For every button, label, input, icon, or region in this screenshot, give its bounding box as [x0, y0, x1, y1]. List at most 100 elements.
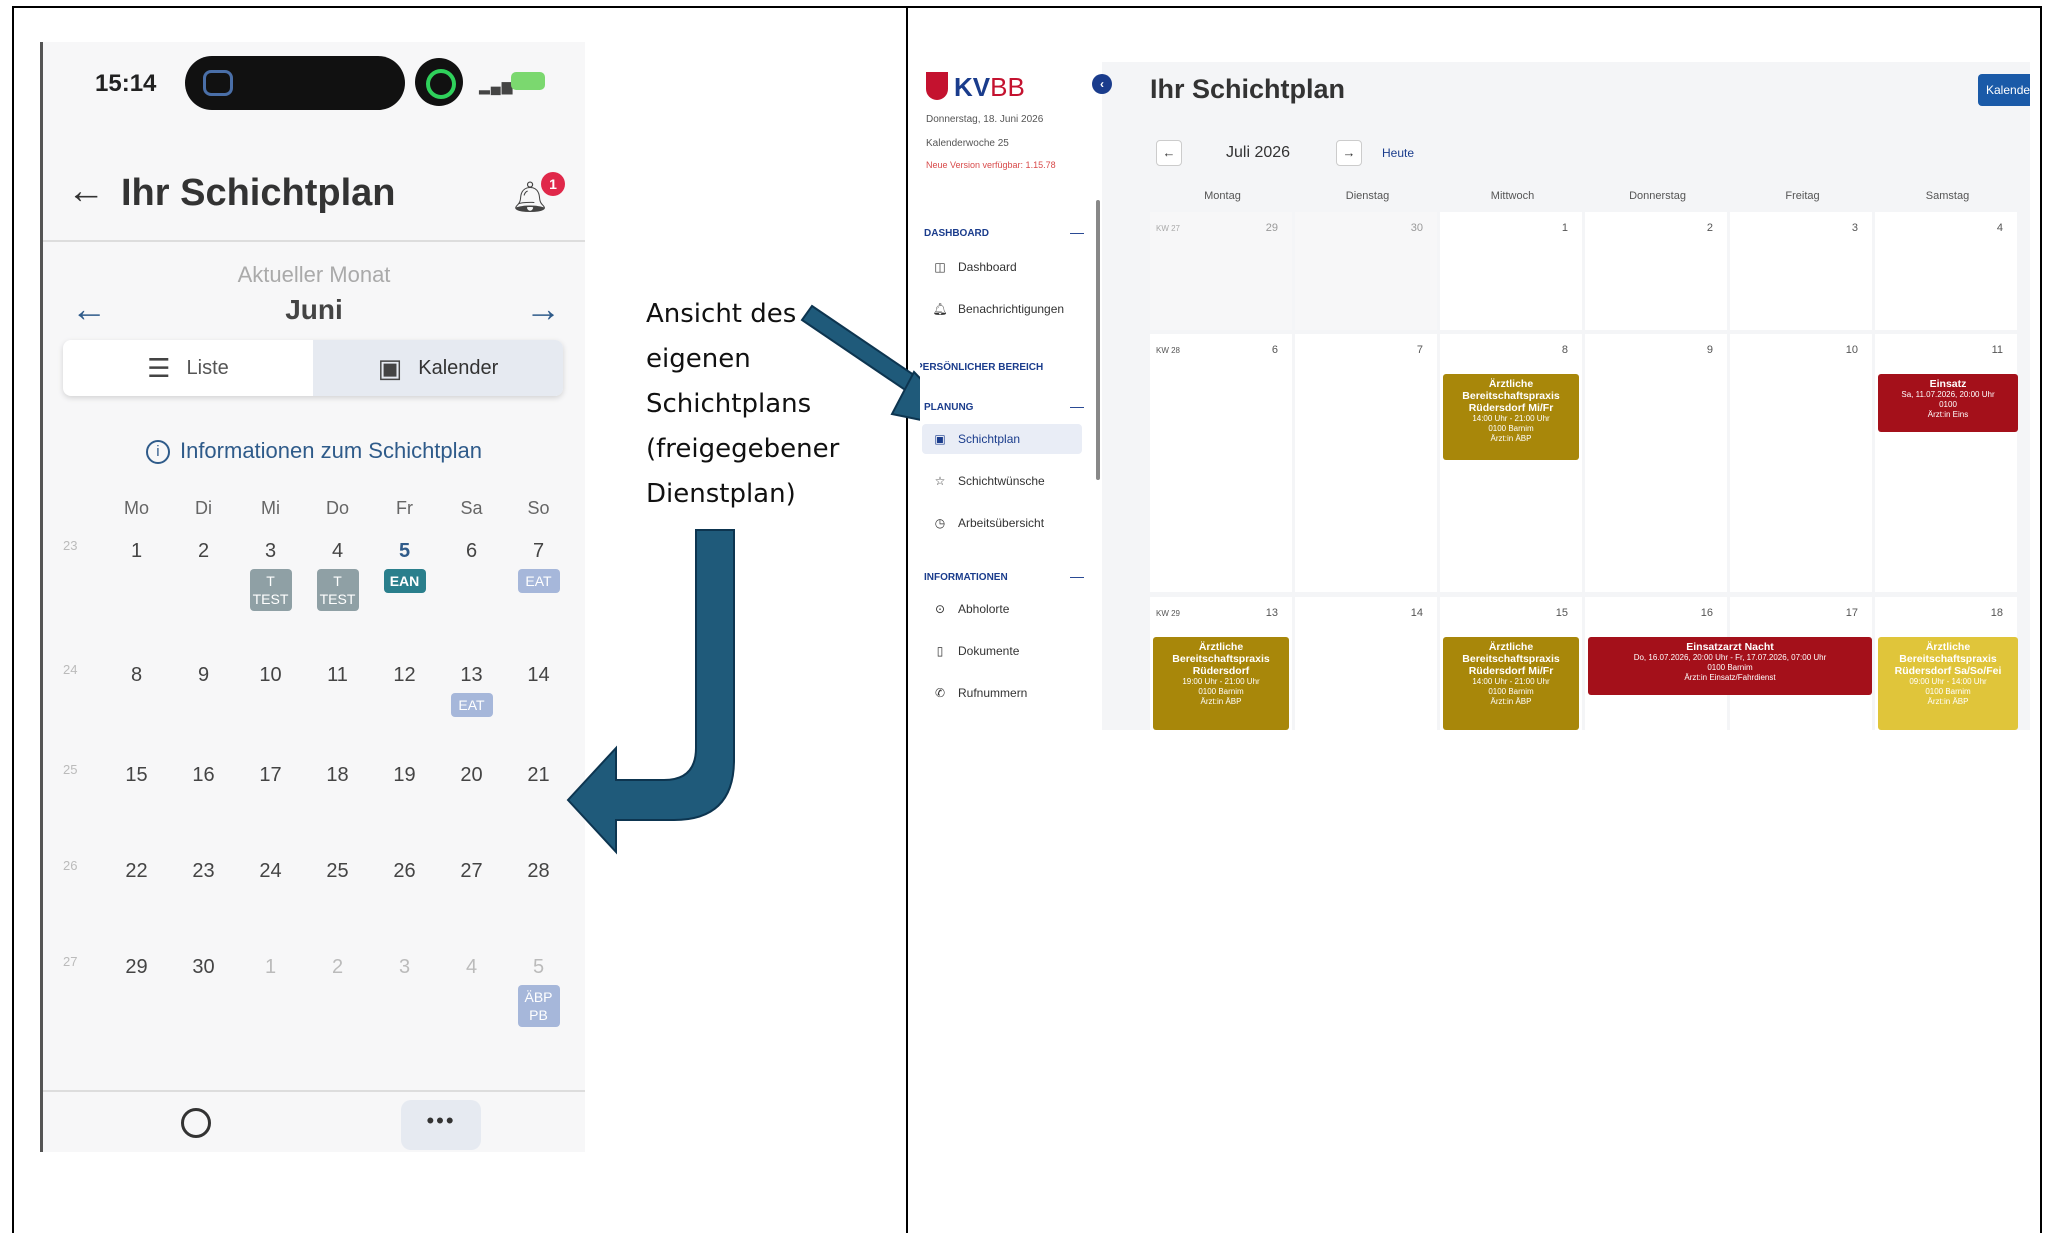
calendar-day[interactable]: 22 — [103, 852, 170, 948]
shift-event[interactable]: Ärztliche Bereitschaftspraxis Rüdersdorf… — [1878, 637, 2018, 730]
calendar-day-cell[interactable]: 11 — [1875, 334, 2017, 592]
calendar-day[interactable]: 12 — [371, 656, 438, 756]
calendar-day[interactable]: 3 T TEST — [237, 532, 304, 656]
calendar-day-cell[interactable]: 14 — [1295, 597, 1437, 730]
calendar-day[interactable]: 20 — [438, 756, 505, 852]
calendar-day[interactable]: 1 — [103, 532, 170, 656]
calendar-day[interactable]: 14 — [505, 656, 572, 756]
calendar-day[interactable]: 4 T TEST — [304, 532, 371, 656]
calendar-day-cell[interactable]: KW 28 6 — [1150, 334, 1292, 592]
more-button[interactable]: ••• — [401, 1100, 481, 1150]
calendar-day[interactable]: 26 — [371, 852, 438, 948]
calendar-day-cell[interactable]: 3 — [1730, 212, 1872, 330]
calendar-day-cell[interactable]: 30 — [1295, 212, 1437, 330]
calendar-day-cell[interactable]: 10 — [1730, 334, 1872, 592]
calendar-day[interactable]: 2 — [304, 948, 371, 1076]
dynamic-island — [185, 56, 405, 110]
day-number: 18 — [1990, 607, 2003, 619]
calendar-day[interactable]: 2 — [170, 532, 237, 656]
day-number: 28 — [527, 860, 550, 882]
day-number: 16 — [192, 764, 215, 786]
next-month-button[interactable]: → — [1336, 140, 1362, 166]
calendar-day[interactable]: 27 — [438, 852, 505, 948]
calendar-day[interactable]: 17 — [237, 756, 304, 852]
collapse-section-icon[interactable]: — — [1070, 224, 1084, 240]
weekday-header: Dienstag — [1345, 190, 1390, 202]
shift-event[interactable]: Einsatzarzt Nacht Do, 16.07.2026, 20:00 U… — [1588, 637, 1872, 695]
event-location: 0100 Barnim — [1198, 687, 1244, 696]
calendar-day[interactable]: 10 — [237, 656, 304, 756]
info-link[interactable]: i Informationen zum Schichtplan — [43, 438, 585, 464]
collapse-sidebar-icon[interactable]: ‹ — [1092, 74, 1112, 94]
sidebar-item-notifications[interactable]: 🔔︎ Benachrichtigungen — [922, 294, 1082, 324]
day-number: 17 — [1845, 607, 1858, 619]
view-toggle: ☰ Liste ▣ Kalender — [63, 340, 563, 396]
sidebar-item-dokumente[interactable]: ▯ Dokumente — [922, 636, 1082, 666]
calendar-day[interactable]: 13 EAT — [438, 656, 505, 756]
calendar-day[interactable]: 7 EAT — [505, 532, 572, 656]
today-link[interactable]: Heute — [1382, 146, 1414, 160]
calendar-day[interactable]: 6 — [438, 532, 505, 656]
shift-chip[interactable]: T TEST — [316, 569, 359, 611]
sidebar-item-arbeitsuebersicht[interactable]: ◷ Arbeitsübersicht — [922, 508, 1082, 538]
calendar-day[interactable]: 19 — [371, 756, 438, 852]
dashboard-icon: ◫ — [934, 260, 946, 274]
annotation-line: Ansicht des — [646, 299, 797, 329]
weekday-header: Mo Di Mi Do Fr Sa So — [103, 498, 573, 519]
sidebar-item-rufnummern[interactable]: ✆ Rufnummern — [922, 678, 1082, 708]
calendar-day[interactable]: 5 EAN — [371, 532, 438, 656]
calendar-day[interactable]: 24 — [237, 852, 304, 948]
calendar-day[interactable]: 21 — [505, 756, 572, 852]
calendar-day[interactable]: 4 — [438, 948, 505, 1076]
calendar-day-cell[interactable]: 4 — [1875, 212, 2017, 330]
calendar-day[interactable]: 23 — [170, 852, 237, 948]
previous-month-button[interactable]: ← — [1156, 140, 1182, 166]
collapse-section-icon[interactable]: — — [1070, 398, 1084, 414]
collapse-section-icon[interactable]: — — [1070, 568, 1084, 584]
calendar-view-button[interactable]: Kalender — [1978, 74, 2030, 106]
shift-chip[interactable]: EAT — [450, 693, 493, 717]
sidebar-item-abholorte[interactable]: ⊙ Abholorte — [922, 594, 1082, 624]
calendar-day-cell[interactable]: 7 — [1295, 334, 1437, 592]
sidebar-scrollbar[interactable] — [1096, 200, 1100, 480]
shift-chip[interactable]: EAN — [383, 569, 426, 593]
sidebar-item-schichtplan[interactable]: ▣ Schichtplan — [922, 424, 1082, 454]
calendar-day[interactable]: 28 — [505, 852, 572, 948]
calendar-day[interactable]: 15 — [103, 756, 170, 852]
sidebar-item-schichtwuensche[interactable]: ☆ Schichtwünsche — [922, 466, 1082, 496]
calendar-day[interactable]: 29 — [103, 948, 170, 1076]
calendar-day-cell[interactable]: 8 — [1440, 334, 1582, 592]
sidebar-item-dashboard[interactable]: ◫ Dashboard — [922, 252, 1082, 282]
calendar-day[interactable]: 30 — [170, 948, 237, 1076]
week-number: 24 — [63, 662, 78, 677]
calendar-day[interactable]: 11 — [304, 656, 371, 756]
calendar-day-cell[interactable]: KW 27 29 — [1150, 212, 1292, 330]
next-month-arrow-icon[interactable]: → — [525, 288, 561, 330]
shift-chip[interactable]: EAT — [517, 569, 560, 593]
shift-event[interactable]: Ärztliche Bereitschaftspraxis Rüdersdorf… — [1153, 637, 1289, 730]
version-notice[interactable]: Neue Version verfügbar: 1.15.78 — [926, 160, 1056, 170]
shift-event[interactable]: Einsatz Sa, 11.07.2026, 20:00 Uhr 0100 Ärzt… — [1878, 374, 2018, 432]
clock-icon[interactable] — [181, 1108, 211, 1138]
calendar-day[interactable]: 8 — [103, 656, 170, 756]
calendar-day[interactable]: 16 — [170, 756, 237, 852]
list-view-button[interactable]: ☰ Liste — [63, 340, 313, 396]
calendar-day-cell[interactable]: 9 — [1585, 334, 1727, 592]
calendar-day[interactable]: 5 ÄBP PB — [505, 948, 572, 1076]
day-number: 30 — [192, 956, 215, 978]
weekday-header: Freitag — [1785, 190, 1820, 202]
calendar-day-cell[interactable]: 1 — [1440, 212, 1582, 330]
shift-chip[interactable]: T TEST — [249, 569, 292, 611]
calendar-day[interactable]: 18 — [304, 756, 371, 852]
shift-chip[interactable]: ÄBP PB — [517, 985, 560, 1027]
shift-event[interactable]: Ärztliche Bereitschaftspraxis Rüdersdorf… — [1443, 637, 1579, 730]
back-arrow-icon[interactable]: ← — [67, 170, 105, 213]
calendar-day[interactable]: 25 — [304, 852, 371, 948]
calendar-day[interactable]: 1 — [237, 948, 304, 1076]
calendar-view-button[interactable]: ▣ Kalender — [313, 340, 563, 396]
shift-event[interactable]: Ärztliche Bereitschaftspraxis Rüdersdorf… — [1443, 374, 1579, 460]
calendar-day[interactable]: 3 — [371, 948, 438, 1076]
sidebar-item-label: Abholorte — [958, 602, 1010, 616]
calendar-day[interactable]: 9 — [170, 656, 237, 756]
calendar-day-cell[interactable]: 2 — [1585, 212, 1727, 330]
